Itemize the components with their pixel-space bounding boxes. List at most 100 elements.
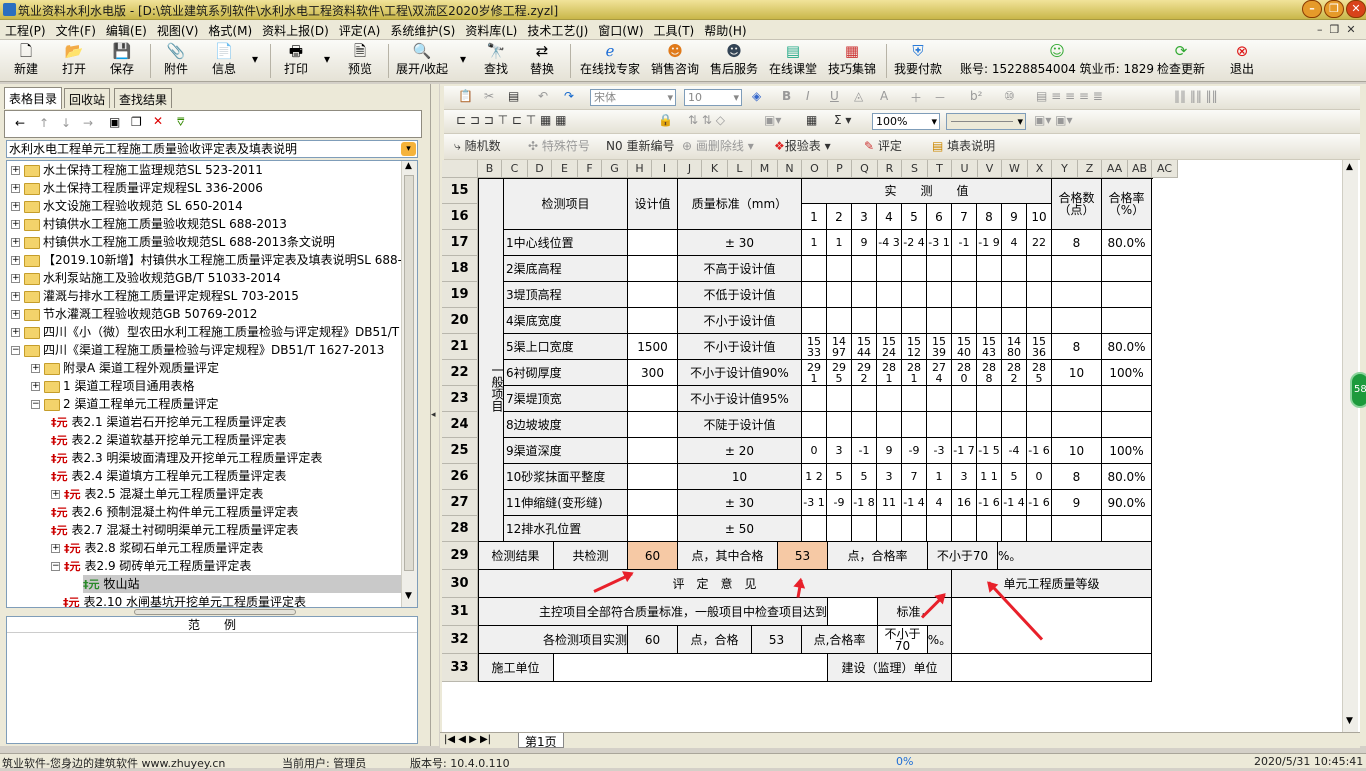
measured-value[interactable]: 3 <box>877 464 902 490</box>
measured-value[interactable] <box>977 386 1002 412</box>
measured-value[interactable] <box>977 412 1002 438</box>
pass-rate[interactable]: 80.0% <box>1102 334 1152 360</box>
column-header[interactable]: T <box>928 160 952 178</box>
column-header[interactable]: AA <box>1102 160 1128 178</box>
measured-value[interactable] <box>852 282 877 308</box>
measured-value[interactable] <box>877 308 902 334</box>
measured-value[interactable]: 9 <box>852 230 877 256</box>
quality-standard[interactable]: 不小于设计值 <box>678 308 802 334</box>
pay-button[interactable]: ⛨ 我要付款 <box>894 42 942 77</box>
measured-value[interactable]: 14 80 <box>1002 334 1027 360</box>
tips-button[interactable]: ▦ 技巧集锦 <box>828 42 876 77</box>
measured-value[interactable] <box>1027 412 1052 438</box>
pass-rate[interactable]: 90.0% <box>1102 490 1152 516</box>
restore-button[interactable]: ❐ <box>1324 0 1344 18</box>
row-header[interactable]: 17 <box>442 230 478 256</box>
row-header[interactable]: 22 <box>442 360 478 386</box>
item-name[interactable]: 7渠堤顶宽 <box>504 386 628 412</box>
column-header[interactable]: U <box>952 160 978 178</box>
measured-value[interactable]: 28 8 <box>977 360 1002 386</box>
quality-standard[interactable]: 不低于设计值 <box>678 282 802 308</box>
measured-value[interactable]: 5 <box>1002 464 1027 490</box>
measured-value[interactable] <box>1027 386 1052 412</box>
measured-value[interactable] <box>802 412 827 438</box>
quality-standard[interactable]: 10 <box>678 464 802 490</box>
measured-label[interactable]: 各检测项目实测 <box>478 626 628 654</box>
measured-value[interactable] <box>802 282 827 308</box>
renumber-button[interactable]: N0 重新编号 <box>606 137 674 154</box>
row-header[interactable]: 32 <box>442 626 478 654</box>
tree-node[interactable]: ‡元 表2.4 渠道填方工程单元工程质量评定表 <box>51 467 286 485</box>
measured-value[interactable] <box>1002 386 1027 412</box>
undo-icon[interactable]: ↶ <box>538 89 548 103</box>
row-header[interactable]: 30 <box>442 570 478 598</box>
measure-index[interactable]: 10 <box>1027 204 1052 230</box>
design-value[interactable] <box>628 516 678 542</box>
measured-value[interactable]: 7 <box>902 464 927 490</box>
column-header[interactable]: L <box>728 160 752 178</box>
minus-icon[interactable]: － <box>934 89 946 106</box>
color-icon[interactable]: ◈ <box>752 89 761 103</box>
mdi-controls[interactable]: – ❐ ✕ <box>1312 21 1361 36</box>
row-header[interactable]: 18 <box>442 256 478 282</box>
fraction-icon[interactable]: ⑩ <box>1004 89 1015 103</box>
pass-count[interactable]: 10 <box>1052 360 1102 386</box>
header-standard[interactable]: 质量标准（mm） <box>678 178 802 230</box>
measured-value[interactable]: 15 40 <box>952 334 977 360</box>
header-measured[interactable]: 实 测 值 <box>802 178 1052 204</box>
column-header[interactable]: X <box>1028 160 1052 178</box>
column-header[interactable]: C <box>502 160 528 178</box>
measured-value[interactable]: -1 6 <box>1027 438 1052 464</box>
measured-value[interactable]: 28 1 <box>902 360 927 386</box>
close-button[interactable]: ✕ <box>1346 0 1366 18</box>
menu-item[interactable]: 帮助(H) <box>699 20 751 39</box>
measured-value[interactable] <box>1002 516 1027 542</box>
row-header[interactable]: 26 <box>442 464 478 490</box>
line-style-select[interactable]: ▾ <box>946 113 1026 130</box>
pass-rate[interactable] <box>1102 516 1152 542</box>
quality-standard[interactable]: 不高于设计值 <box>678 256 802 282</box>
measured-value[interactable] <box>827 308 852 334</box>
expand-dropdown[interactable]: ▾ <box>460 52 466 66</box>
measured-value[interactable]: -4 3 <box>877 230 902 256</box>
measured-value[interactable] <box>827 412 852 438</box>
measured-value[interactable] <box>827 282 852 308</box>
measured-pass[interactable]: 53 <box>752 626 802 654</box>
pass-count[interactable]: 8 <box>1052 464 1102 490</box>
measured-value[interactable] <box>952 256 977 282</box>
measured-value[interactable] <box>952 412 977 438</box>
tree-node-selected[interactable]: ‡元 牧山站 <box>83 575 401 593</box>
measured-value[interactable] <box>877 516 902 542</box>
menu-item[interactable]: 窗口(W) <box>593 20 648 39</box>
tab-recycle-bin[interactable]: 回收站 <box>64 88 111 108</box>
measured-value[interactable] <box>977 516 1002 542</box>
corner-header[interactable] <box>442 160 478 178</box>
evaluate-button[interactable]: ✎ 评定 <box>864 137 902 154</box>
item-name[interactable]: 11伸缩缝(变形缝) <box>504 490 628 516</box>
arrow-right-icon[interactable]: → <box>83 116 93 130</box>
menu-item[interactable]: 工具(T) <box>649 20 700 39</box>
design-value[interactable] <box>628 256 678 282</box>
menu-item[interactable]: 评定(A) <box>334 20 386 39</box>
measured-value[interactable]: -1 4 <box>902 490 927 516</box>
measured-value[interactable] <box>977 256 1002 282</box>
measured-value[interactable] <box>927 386 952 412</box>
row-header[interactable]: 21 <box>442 334 478 360</box>
measured-value[interactable]: 9 <box>877 438 902 464</box>
tree-node[interactable]: ‡元 表2.7 混凝土衬砌明渠单元工程质量评定表 <box>51 521 298 539</box>
border-icon[interactable]: ▣▾ <box>764 113 781 127</box>
item-name[interactable]: 4渠底宽度 <box>504 308 628 334</box>
measured-value[interactable]: -2 4 <box>902 230 927 256</box>
header-pass-count[interactable]: 合格数（点） <box>1052 178 1102 230</box>
measured-value[interactable]: 28 5 <box>1027 360 1052 386</box>
measured-value[interactable] <box>927 516 952 542</box>
bold-icon[interactable]: B <box>782 89 791 103</box>
update-button[interactable]: ⟳ 检查更新 <box>1157 42 1205 77</box>
measured-value[interactable]: 11 <box>877 490 902 516</box>
measured-value[interactable]: 4 <box>927 490 952 516</box>
lock-icon[interactable]: 🔒 <box>658 113 673 127</box>
chevron-down-icon[interactable]: ▾ <box>401 142 416 156</box>
measured-value[interactable] <box>1002 308 1027 334</box>
row-header[interactable]: 19 <box>442 282 478 308</box>
column-header[interactable]: S <box>902 160 928 178</box>
